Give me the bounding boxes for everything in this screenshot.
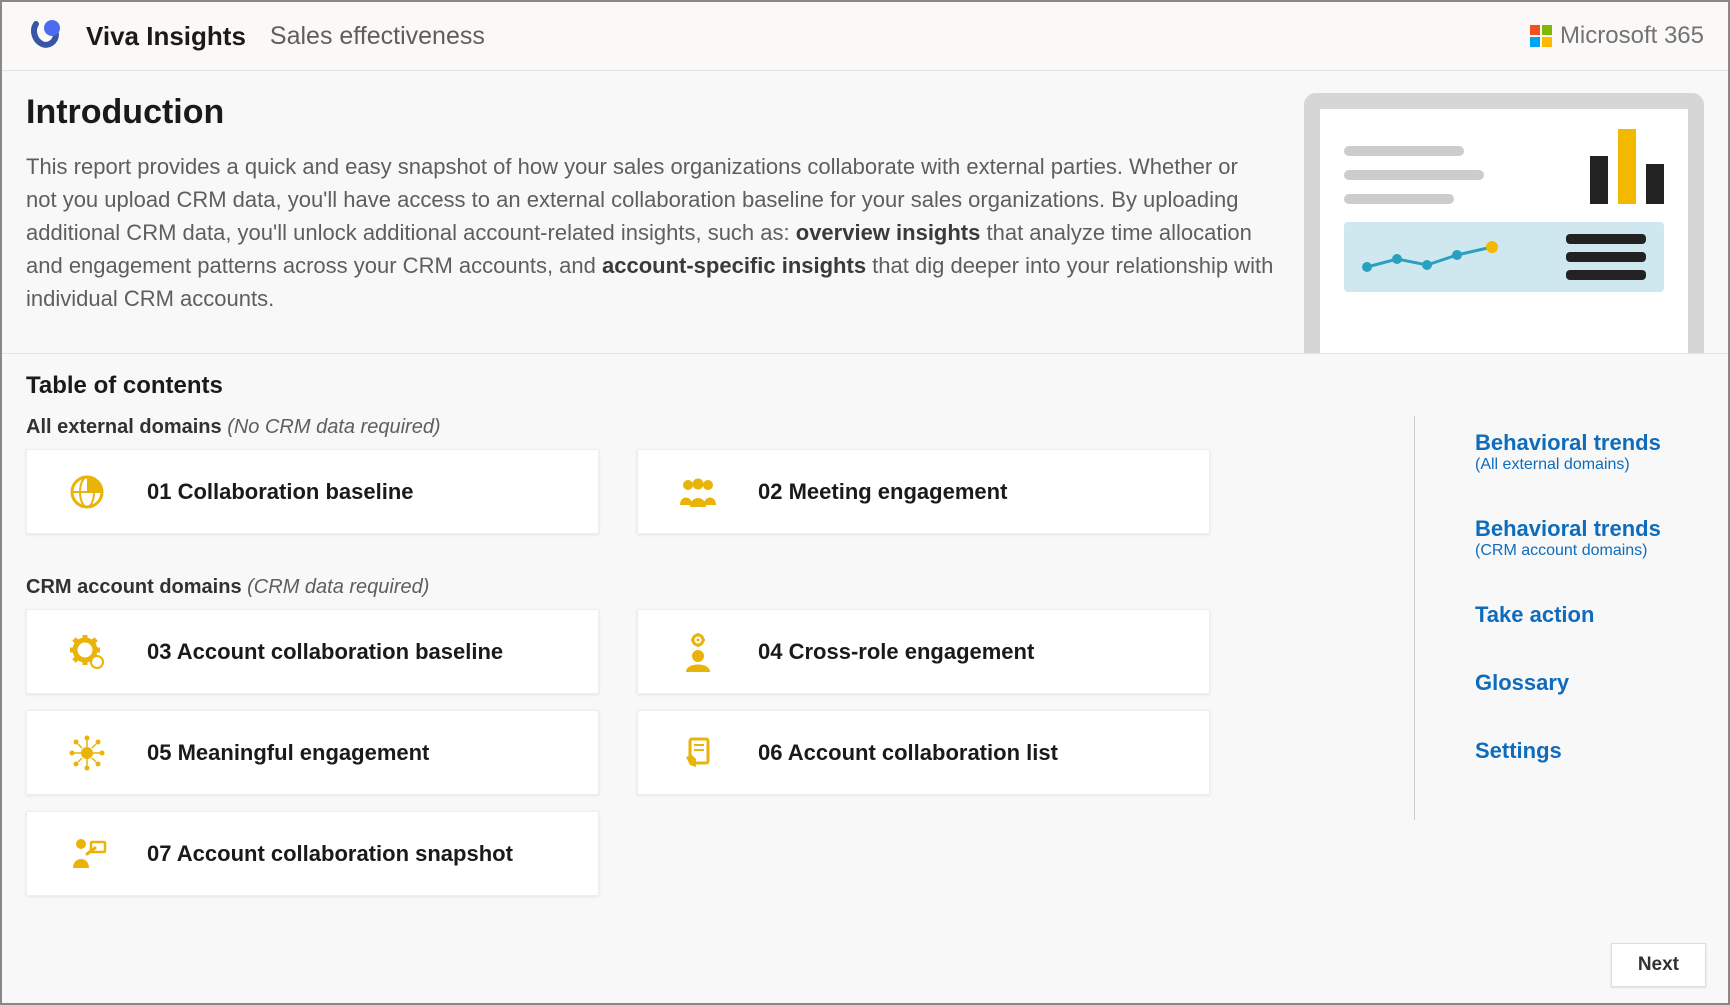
toc-card-cross-role-engagement[interactable]: 04 Cross-role engagement bbox=[637, 609, 1210, 694]
page-subtitle: Sales effectiveness bbox=[270, 22, 485, 51]
intro-bold-2: account-specific insights bbox=[602, 253, 866, 278]
card-title: 03 Account collaboration baseline bbox=[147, 639, 503, 665]
toc-card-account-collab-list[interactable]: 06 Account collaboration list bbox=[637, 710, 1210, 795]
link-subtitle: (CRM account domains) bbox=[1475, 542, 1704, 560]
toc-card-account-collab-baseline[interactable]: 03 Account collaboration baseline bbox=[26, 609, 599, 694]
network-node-icon bbox=[27, 733, 147, 773]
card-title: 06 Account collaboration list bbox=[758, 740, 1058, 766]
link-settings[interactable]: Settings bbox=[1475, 738, 1704, 764]
link-glossary[interactable]: Glossary bbox=[1475, 670, 1704, 696]
group1-text: All external domains bbox=[26, 416, 222, 438]
intro-heading: Introduction bbox=[26, 93, 1274, 132]
people-group-icon bbox=[638, 477, 758, 507]
link-behavioral-trends-crm[interactable]: Behavioral trends (CRM account domains) bbox=[1475, 516, 1704, 560]
gear-account-icon bbox=[27, 633, 147, 671]
toc-card-meaningful-engagement[interactable]: 05 Meaningful engagement bbox=[26, 710, 599, 795]
intro-illustration bbox=[1304, 93, 1704, 353]
card-title: 01 Collaboration baseline bbox=[147, 479, 414, 505]
link-behavioral-trends-all[interactable]: Behavioral trends (All external domains) bbox=[1475, 430, 1704, 474]
toc-card-meeting-engagement[interactable]: 02 Meeting engagement bbox=[637, 449, 1210, 534]
toc-grid: All external domains (No CRM data requir… bbox=[26, 416, 1216, 912]
card-title: 07 Account collaboration snapshot bbox=[147, 841, 513, 867]
link-title: Behavioral trends bbox=[1475, 516, 1704, 542]
intro-body: This report provides a quick and easy sn… bbox=[26, 150, 1274, 315]
intro-bold-1: overview insights bbox=[796, 220, 981, 245]
next-button[interactable]: Next bbox=[1611, 943, 1706, 987]
group1-note: (No CRM data required) bbox=[227, 416, 440, 438]
touch-list-icon bbox=[638, 735, 758, 771]
card-title: 02 Meeting engagement bbox=[758, 479, 1007, 505]
link-title: Settings bbox=[1475, 738, 1704, 764]
header-left: Viva Insights Sales effectiveness bbox=[26, 16, 485, 56]
microsoft-logo-icon bbox=[1530, 25, 1552, 47]
toc-area: Table of contents All external domains (… bbox=[2, 354, 1728, 912]
card-title: 05 Meaningful engagement bbox=[147, 740, 429, 766]
app-title: Viva Insights bbox=[86, 21, 246, 52]
link-title: Take action bbox=[1475, 602, 1704, 628]
globe-pie-icon bbox=[27, 474, 147, 510]
person-gear-icon bbox=[638, 632, 758, 672]
brand-label: Microsoft 365 bbox=[1560, 22, 1704, 50]
microsoft-365-brand: Microsoft 365 bbox=[1530, 22, 1704, 50]
toc-card-account-collab-snapshot[interactable]: 07 Account collaboration snapshot bbox=[26, 811, 599, 896]
link-title: Behavioral trends bbox=[1475, 430, 1704, 456]
group-crm-label: CRM account domains (CRM data required) bbox=[26, 576, 1216, 599]
intro-section: Introduction This report provides a quic… bbox=[2, 71, 1728, 354]
group2-note: (CRM data required) bbox=[247, 576, 429, 598]
viva-logo-icon bbox=[26, 16, 66, 56]
toc-card-collaboration-baseline[interactable]: 01 Collaboration baseline bbox=[26, 449, 599, 534]
app-header: Viva Insights Sales effectiveness Micros… bbox=[2, 2, 1728, 71]
card-title: 04 Cross-role engagement bbox=[758, 639, 1034, 665]
group2-text: CRM account domains bbox=[26, 576, 242, 598]
right-links-panel: Behavioral trends (All external domains)… bbox=[1414, 416, 1704, 820]
group-all-external-label: All external domains (No CRM data requir… bbox=[26, 416, 1216, 439]
person-presenting-icon bbox=[27, 836, 147, 872]
toc-heading: Table of contents bbox=[26, 372, 1704, 400]
link-title: Glossary bbox=[1475, 670, 1704, 696]
link-take-action[interactable]: Take action bbox=[1475, 602, 1704, 628]
intro-text-block: Introduction This report provides a quic… bbox=[26, 93, 1274, 339]
link-subtitle: (All external domains) bbox=[1475, 456, 1704, 474]
